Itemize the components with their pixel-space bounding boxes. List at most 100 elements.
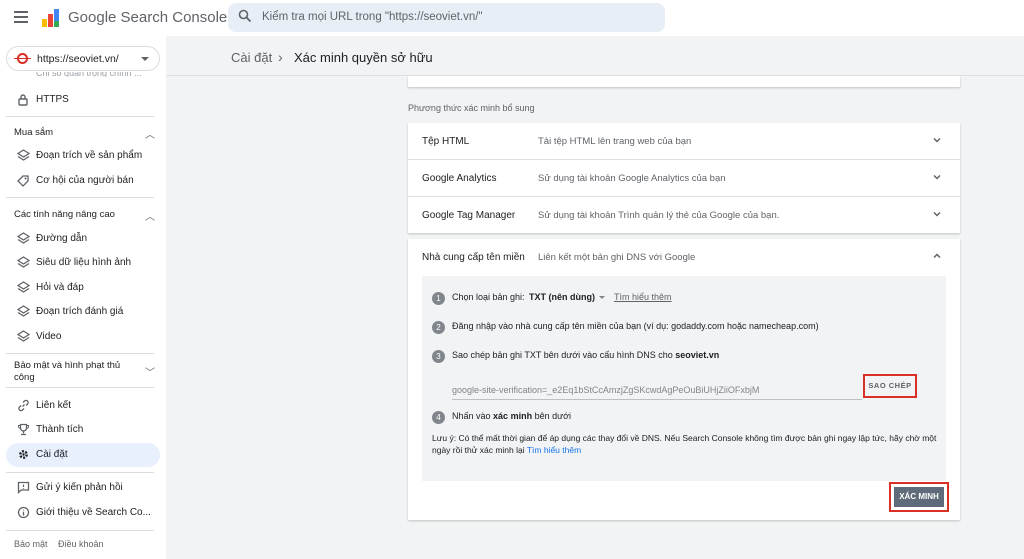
terms-link[interactable]: Điều khoản <box>58 539 104 549</box>
property-url: https://seoviet.vn/ <box>37 53 119 65</box>
sidebar-item-breadcrumbs[interactable]: Đường dẫn <box>0 227 166 251</box>
sidebar-item-merchant-opportunities[interactable]: Cơ hội của người bán <box>0 169 166 193</box>
divider <box>6 353 154 354</box>
page-title: Xác minh quyền sở hữu <box>294 50 433 65</box>
dns-note: Lưu ý: Có thể mất thời gian để áp dụng c… <box>432 433 937 456</box>
method-domain-provider[interactable]: Nhà cung cấp tên miền Liên kết một bản g… <box>408 239 960 276</box>
tag-icon <box>16 174 30 188</box>
property-selector[interactable]: https://seoviet.vn/ <box>6 46 160 71</box>
layers-icon <box>16 256 30 270</box>
note-text: Lưu ý: Có thể mất thời gian để áp dụng c… <box>432 433 937 455</box>
divider <box>6 387 154 388</box>
record-type-select[interactable]: TXT (nên dùng) <box>529 292 605 302</box>
method-title: Google Analytics <box>422 173 497 184</box>
property-status-icon <box>14 53 31 64</box>
chevron-down-icon[interactable]: ﹀ <box>145 364 155 379</box>
divider <box>6 116 154 117</box>
method-google-tag-manager[interactable]: Google Tag Manager Sử dụng tài khoản Trì… <box>408 196 960 233</box>
url-inspection-search[interactable]: Kiểm tra mọi URL trong "https://seoviet.… <box>228 3 665 32</box>
privacy-link[interactable]: Bảo mật <box>14 539 48 549</box>
menu-icon[interactable] <box>14 11 28 23</box>
sidebar-item-label: Liên kết <box>36 400 72 411</box>
layers-icon <box>16 305 30 319</box>
sidebar-item-achievements[interactable]: Thành tích <box>0 418 166 442</box>
layers-icon <box>16 281 30 295</box>
sidebar-item-settings[interactable]: Cài đặt <box>6 443 160 467</box>
verify-button-highlight: XÁC MINH <box>889 482 949 512</box>
method-description: Sử dụng tài khoản Google Analytics của b… <box>538 173 726 184</box>
sidebar-item-qa[interactable]: Hỏi và đáp <box>0 276 166 300</box>
sidebar-item-video[interactable]: Video <box>0 325 166 349</box>
method-title: Tệp HTML <box>422 136 470 147</box>
sidebar-item-label: Cơ hội của người bán <box>36 175 134 186</box>
step1-label: Chọn loại bản ghi: <box>452 292 525 302</box>
sidebar-item-feedback[interactable]: Gửi ý kiến phản hồi <box>0 476 166 500</box>
chevron-up-icon[interactable]: ︿ <box>145 126 155 141</box>
method-title: Nhà cung cấp tên miền <box>422 252 525 263</box>
trophy-icon <box>16 423 30 437</box>
method-description: Tải tệp HTML lên trang web của bạn <box>538 136 692 147</box>
section-advanced[interactable]: Các tính năng nâng cao <box>14 209 134 221</box>
step-number: 2 <box>432 321 445 334</box>
sidebar-item-label: Siêu dữ liệu hình ảnh <box>36 257 132 268</box>
sidebar-item-https[interactable]: HTTPS <box>0 88 166 112</box>
sidebar-item-label: Đoạn trích về sản phẩm <box>36 150 143 161</box>
record-type-value: TXT (nên dùng) <box>529 292 595 302</box>
gear-icon <box>16 448 30 462</box>
sidebar-item-about[interactable]: Giới thiệu về Search Co... <box>0 501 166 525</box>
verify-button[interactable]: XÁC MINH <box>894 487 944 507</box>
search-icon <box>238 9 252 23</box>
chevron-down-icon[interactable] <box>932 135 942 145</box>
lock-icon <box>16 93 30 107</box>
info-icon <box>16 506 30 520</box>
layers-icon <box>16 232 30 246</box>
sidebar-item-links[interactable]: Liên kết <box>0 394 166 418</box>
chevron-down-icon[interactable] <box>932 209 942 219</box>
step3-text: Sao chép bản ghi TXT bên dưới vào cấu hì… <box>452 350 719 360</box>
sidebar-item-label: Gửi ý kiến phản hồi <box>36 482 123 493</box>
chevron-down-icon[interactable] <box>932 172 942 182</box>
section-shopping[interactable]: Mua sắm <box>14 127 134 139</box>
sidebar-item-label: Đoạn trích đánh giá <box>36 306 124 317</box>
top-app-bar: Google Search Console Kiểm tra mọi URL t… <box>0 0 1024 36</box>
layers-icon <box>16 330 30 344</box>
breadcrumb-separator: › <box>278 49 283 65</box>
learn-more-link[interactable]: Tìm hiểu thêm <box>614 292 672 302</box>
search-input[interactable]: Kiểm tra mọi URL trong "https://seoviet.… <box>262 11 483 23</box>
step4-suffix: bên dưới <box>534 411 572 421</box>
step4-bold: xác minh <box>493 411 533 421</box>
caret-down-icon <box>598 296 605 300</box>
breadcrumb-settings[interactable]: Cài đặt <box>231 50 272 65</box>
sidebar-item-label: Giới thiệu về Search Co... <box>36 507 151 518</box>
txt-record-field[interactable]: google-site-verification=_e2Eq1bStCcAmzj… <box>452 385 862 400</box>
chevron-up-icon[interactable] <box>932 251 942 261</box>
verification-methods-card: Tệp HTML Tải tệp HTML lên trang web của … <box>408 123 960 233</box>
previous-card <box>408 76 960 87</box>
dns-provider-card: Nhà cung cấp tên miền Liên kết một bản g… <box>408 239 960 520</box>
chevron-up-icon[interactable]: ︿ <box>145 208 155 223</box>
additional-methods-heading: Phương thức xác minh bổ sung <box>408 103 535 113</box>
step4-text: Nhấn vào xác minh bên dưới <box>452 411 571 421</box>
method-title: Google Tag Manager <box>422 210 516 221</box>
method-html-file[interactable]: Tệp HTML Tải tệp HTML lên trang web của … <box>408 123 960 160</box>
method-description: Liên kết một bản ghi DNS với Google <box>538 252 696 263</box>
sidebar-item-image-metadata[interactable]: Siêu dữ liệu hình ảnh <box>0 251 166 275</box>
feedback-icon <box>16 481 30 495</box>
section-security[interactable]: Bảo mật và hình phạt thủ công <box>14 360 134 384</box>
sidebar-item-label: Cài đặt <box>36 449 68 460</box>
note-learn-more-link[interactable]: Tìm hiểu thêm <box>527 445 581 455</box>
method-google-analytics[interactable]: Google Analytics Sử dụng tài khoản Googl… <box>408 159 960 196</box>
copy-button[interactable]: SAO CHÉP <box>863 374 917 398</box>
step2-text: Đăng nhập vào nhà cung cấp tên miền của … <box>452 321 819 331</box>
step-number: 4 <box>432 411 445 424</box>
layers-icon <box>16 149 30 163</box>
sidebar-item-product-snippets[interactable]: Đoạn trích về sản phẩm <box>0 144 166 168</box>
step3-prefix: Sao chép bản ghi TXT bên dưới vào cấu hì… <box>452 350 673 360</box>
method-description: Sử dụng tài khoản Trình quản lý thẻ của … <box>538 210 780 221</box>
sidebar-item-cut[interactable]: Chỉ số quản trọng chính ... <box>36 72 142 77</box>
sidebar-item-review-snippets[interactable]: Đoạn trích đánh giá <box>0 300 166 324</box>
sidebar: https://seoviet.vn/ Chỉ số quản trọng ch… <box>0 36 166 559</box>
step-number: 1 <box>432 292 445 305</box>
search-console-logo[interactable] <box>42 9 62 27</box>
dns-instructions: 1 Chọn loại bản ghi: TXT (nên dùng) Tìm … <box>422 276 946 481</box>
